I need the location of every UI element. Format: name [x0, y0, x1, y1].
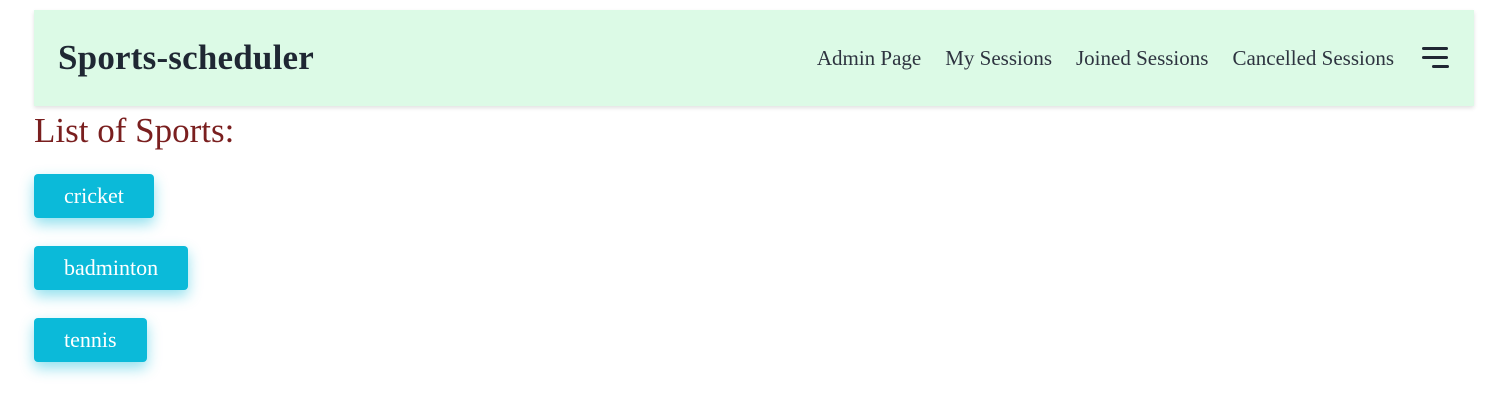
nav-link-cancelled-sessions[interactable]: Cancelled Sessions — [1232, 46, 1394, 71]
hamburger-menu-icon[interactable] — [1422, 45, 1450, 71]
nav-link-my-sessions[interactable]: My Sessions — [945, 46, 1052, 71]
brand-title[interactable]: Sports-scheduler — [58, 38, 314, 78]
page: Sports-scheduler Admin Page My Sessions … — [0, 0, 1496, 404]
page-heading: List of Sports: — [34, 111, 235, 150]
nav-link-joined-sessions[interactable]: Joined Sessions — [1076, 46, 1208, 71]
sport-button-cricket[interactable]: cricket — [34, 174, 154, 218]
nav-link-admin-page[interactable]: Admin Page — [817, 46, 921, 71]
nav-links: Admin Page My Sessions Joined Sessions C… — [793, 45, 1450, 71]
sport-button-tennis[interactable]: tennis — [34, 318, 147, 362]
sport-button-badminton[interactable]: badminton — [34, 246, 189, 290]
navbar: Sports-scheduler Admin Page My Sessions … — [34, 10, 1474, 106]
